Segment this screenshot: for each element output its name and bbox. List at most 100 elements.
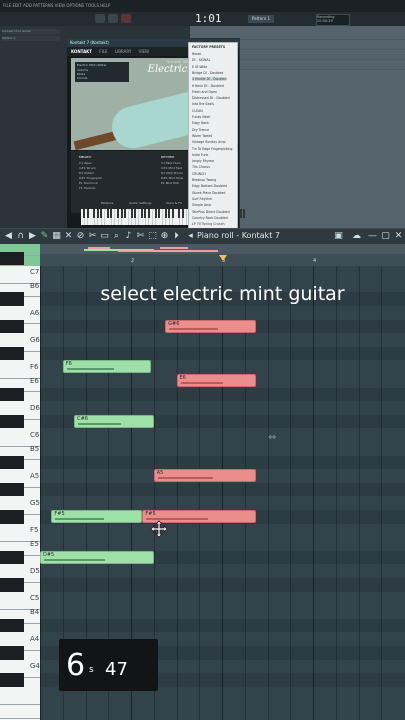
tab-patterns[interactable]: Patterns	[101, 201, 113, 205]
select-icon[interactable]: ▭	[100, 232, 109, 241]
cloud-icon[interactable]: ☁	[352, 232, 361, 241]
factory-preset-item[interactable]: Distressed DI - Doubled	[192, 96, 230, 100]
piano-keyboard[interactable]: C7 B6 A6 G6 F6 E6 D6 C6 B5 A5 G5 F5 E5 D5 C5 B4 A4 G4	[0, 251, 40, 720]
factory-preset-item[interactable]: Edgy Neck	[192, 121, 209, 125]
note-green[interactable]: F6	[62, 360, 152, 374]
black-key[interactable]	[144, 209, 147, 218]
black-key[interactable]	[0, 673, 24, 687]
kontakt-menu-library[interactable]: LIBRARY	[115, 49, 131, 54]
kontakt-menu-view[interactable]: VIEW	[139, 49, 149, 54]
zoom-in-icon[interactable]: ⊕	[160, 232, 169, 241]
kontakt-menu-file[interactable]: FILE	[99, 49, 107, 54]
black-key[interactable]	[0, 387, 24, 402]
factory-preset-item[interactable]: 70s Chorus	[192, 165, 210, 169]
play-button[interactable]	[95, 14, 105, 23]
mute-icon[interactable]: ⊘	[76, 232, 85, 241]
black-key[interactable]	[0, 618, 24, 633]
black-key[interactable]	[0, 319, 24, 334]
factory-preset-item[interactable]: Reset	[192, 52, 201, 56]
articulation-item[interactable]: F1 Tremolo	[79, 186, 95, 190]
factory-preset-item[interactable]: 6 Neck DI - Doubled	[192, 84, 224, 88]
factory-preset-item[interactable]: Simple Amp	[192, 203, 211, 207]
factory-preset-item[interactable]: Funky Neck	[192, 115, 210, 119]
articulation-item[interactable]: C1 Open	[79, 161, 92, 165]
factory-preset-item[interactable]: TelePlus Direct Doubled	[192, 210, 230, 214]
playhead-marker[interactable]	[219, 255, 227, 261]
factory-preset-item[interactable]: CRUNCH	[192, 172, 206, 176]
factory-preset-item[interactable]: Edgy Bottom Doubled	[192, 184, 227, 188]
rhythm-item[interactable]: D1 Mint Strum	[161, 171, 183, 175]
black-key[interactable]	[0, 414, 24, 429]
black-key[interactable]	[154, 209, 157, 218]
black-key[interactable]	[0, 550, 24, 565]
factory-presets-menu[interactable]: FACTORY PRESETS Reset DI - SIGNAL E St Wide…	[188, 42, 238, 230]
scissors-icon[interactable]: ✄	[136, 232, 145, 241]
factory-preset-item[interactable]: CLEAN	[192, 109, 203, 113]
menu-arrow-icon[interactable]: ◂	[186, 232, 195, 241]
factory-preset-item[interactable]: Surf Rhythm	[192, 197, 212, 201]
rhythm-item[interactable]: C1 Mint Hum	[161, 161, 181, 165]
factory-preset-item[interactable]: Jangly Rhyme	[192, 159, 214, 163]
black-key[interactable]	[0, 292, 24, 306]
factory-preset-item[interactable]: Tin To Edge Fingerpicking	[192, 147, 232, 151]
stop-button[interactable]	[108, 14, 118, 23]
factory-preset-item[interactable]: Vintage Sunday Amp	[192, 140, 225, 144]
factory-preset-item[interactable]: Indie Funk	[192, 153, 208, 157]
note-red[interactable]: G#6	[165, 319, 257, 333]
black-key[interactable]	[239, 209, 242, 218]
factory-preset-item[interactable]: E St Wide	[192, 65, 207, 69]
black-key[interactable]	[243, 209, 245, 218]
factory-preset-item[interactable]: Skunk Piece Doubled	[192, 191, 225, 195]
rhythm-item[interactable]: E1 Mint Pick	[161, 181, 179, 185]
articulation-item[interactable]: D#1 Fingerpick	[79, 176, 102, 180]
speaker-icon[interactable]: ♪	[124, 232, 133, 241]
maximize-icon[interactable]: ▢	[381, 232, 390, 241]
rhythm-item[interactable]: D#1 Mint Slow	[161, 176, 183, 180]
note-green[interactable]: C#6	[74, 414, 154, 428]
browser-item[interactable]: Kontakt Mint Guitar	[2, 29, 60, 34]
black-key[interactable]	[141, 209, 143, 218]
black-key[interactable]	[93, 209, 96, 218]
menu-items[interactable]: FILE EDIT ADD PATTERNS VIEW OPTIONS TOOL…	[3, 3, 110, 8]
articulation-item[interactable]: C#1 Strum	[79, 166, 96, 170]
black-key[interactable]	[117, 209, 120, 218]
black-key[interactable]	[158, 209, 160, 218]
black-key[interactable]	[83, 209, 86, 218]
tab-voice-fx[interactable]: Voice & FX	[166, 201, 182, 205]
paint-icon[interactable]: ▦	[52, 232, 61, 241]
zoom-icon[interactable]: ⌕	[112, 232, 121, 241]
black-key[interactable]	[100, 209, 103, 218]
black-key[interactable]	[147, 209, 150, 218]
black-key[interactable]	[0, 646, 24, 660]
factory-preset-item[interactable]: Breakup Twang	[192, 178, 216, 182]
black-key[interactable]	[164, 209, 167, 218]
browser-item[interactable]: Pattern 1	[2, 36, 60, 41]
black-key[interactable]	[86, 209, 89, 218]
close-icon[interactable]: ✕	[394, 232, 403, 241]
minimize-icon[interactable]: —	[368, 232, 377, 241]
menu-bar[interactable]: FILE EDIT ADD PATTERNS VIEW OPTIONS TOOL…	[0, 0, 405, 12]
slice-icon[interactable]: ✂	[88, 232, 97, 241]
articulation-item[interactable]: E1 Harmonic	[79, 181, 98, 185]
record-button[interactable]	[121, 14, 131, 23]
black-key[interactable]	[181, 209, 184, 218]
black-key[interactable]	[110, 209, 113, 218]
delete-icon[interactable]: ✕	[64, 232, 73, 241]
factory-preset-item[interactable]: Bridge DI - Doubled	[192, 71, 223, 75]
factory-preset-item[interactable]: DI - SIGNAL	[192, 58, 210, 62]
black-key[interactable]	[0, 455, 24, 470]
draw-icon[interactable]: ✎	[40, 232, 49, 241]
note-red[interactable]: A5	[153, 469, 257, 483]
black-key[interactable]	[107, 209, 109, 218]
factory-preset-item[interactable]: Warm Tweed	[192, 134, 212, 138]
black-key[interactable]	[0, 578, 24, 592]
pattern-selector[interactable]: Pattern 1	[248, 15, 274, 23]
white-key[interactable]	[0, 697, 40, 719]
overview-scrollbar[interactable]	[40, 244, 405, 254]
factory-preset-item[interactable]: Dry Trance	[192, 128, 209, 132]
tab-guitar-settings[interactable]: Guitar Settings	[129, 201, 152, 205]
playback-icon[interactable]: ⏵	[172, 232, 181, 241]
black-key[interactable]	[96, 209, 99, 218]
factory-preset-item[interactable]: 4 Middle DI - Doubled	[192, 77, 227, 82]
factory-preset-item[interactable]: Fresh and Open	[192, 90, 217, 94]
